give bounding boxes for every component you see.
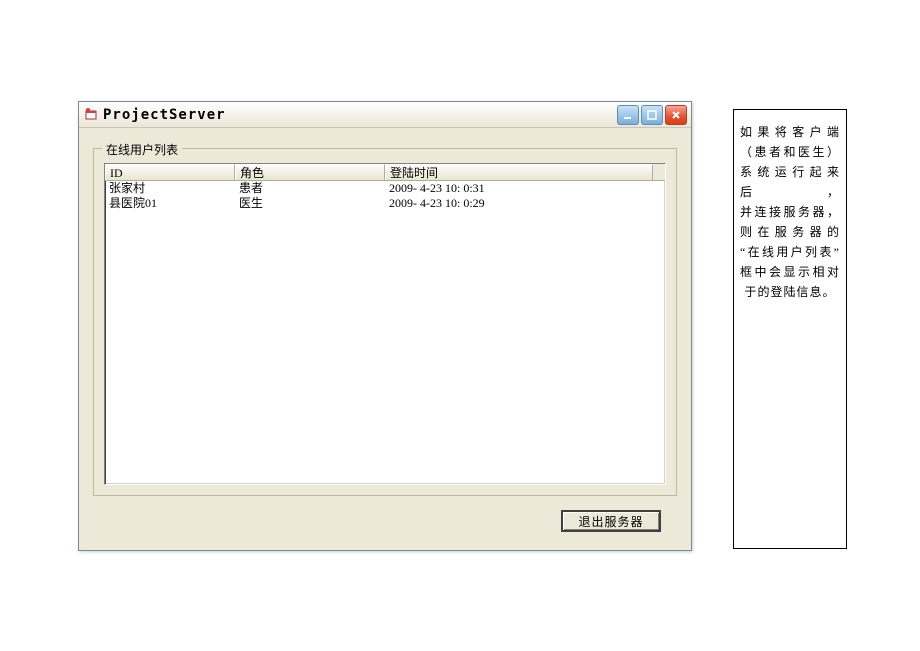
- online-users-groupbox: 在线用户列表 ID 角色 登陆时间 张家村 患者 2009- 4-23 10: …: [93, 148, 677, 496]
- close-button[interactable]: [665, 105, 687, 125]
- title-bar[interactable]: ProjectServer: [79, 102, 691, 128]
- client-area: 在线用户列表 ID 角色 登陆时间 张家村 患者 2009- 4-23 10: …: [79, 128, 691, 550]
- cell-time: 2009- 4-23 10: 0:31: [385, 181, 653, 196]
- column-time[interactable]: 登陆时间: [385, 164, 653, 180]
- note-line: 于的登陆信息。: [740, 282, 840, 302]
- window-title: ProjectServer: [103, 107, 617, 123]
- minimize-button[interactable]: [617, 105, 639, 125]
- note-line: 则在服务器的: [740, 222, 840, 242]
- cell-role: 患者: [235, 181, 385, 196]
- note-line: 系统运行起来后，: [740, 162, 840, 202]
- app-icon: [83, 107, 99, 123]
- list-row[interactable]: 县医院01 医生 2009- 4-23 10: 0:29: [105, 196, 665, 211]
- groupbox-title: 在线用户列表: [102, 141, 182, 158]
- cell-id: 张家村: [105, 181, 235, 196]
- list-body: 张家村 患者 2009- 4-23 10: 0:31 县医院01 医生 2009…: [105, 181, 665, 211]
- note-line: “在线用户列表”: [740, 242, 840, 262]
- note-line: 框中会显示相对: [740, 262, 840, 282]
- exit-server-button[interactable]: 退出服务器: [561, 510, 661, 532]
- cell-time: 2009- 4-23 10: 0:29: [385, 196, 653, 211]
- cell-role: 医生: [235, 196, 385, 211]
- window-controls: [617, 105, 687, 125]
- maximize-button[interactable]: [641, 105, 663, 125]
- project-server-window: ProjectServer 在线用户列表 ID 角色 登陆时间: [78, 101, 692, 551]
- annotation-panel: 如果将客户端 （患者和医生） 系统运行起来后， 并连接服务器， 则在服务器的 “…: [733, 109, 847, 549]
- list-header: ID 角色 登陆时间: [105, 164, 665, 181]
- note-line: 并连接服务器，: [740, 202, 840, 222]
- online-users-list[interactable]: ID 角色 登陆时间 张家村 患者 2009- 4-23 10: 0:31 县医…: [104, 163, 666, 485]
- note-line: 如果将客户端: [740, 122, 840, 142]
- column-role[interactable]: 角色: [235, 164, 385, 180]
- column-id[interactable]: ID: [105, 164, 235, 180]
- note-line: （患者和医生）: [740, 142, 840, 162]
- cell-id: 县医院01: [105, 196, 235, 211]
- list-row[interactable]: 张家村 患者 2009- 4-23 10: 0:31: [105, 181, 665, 196]
